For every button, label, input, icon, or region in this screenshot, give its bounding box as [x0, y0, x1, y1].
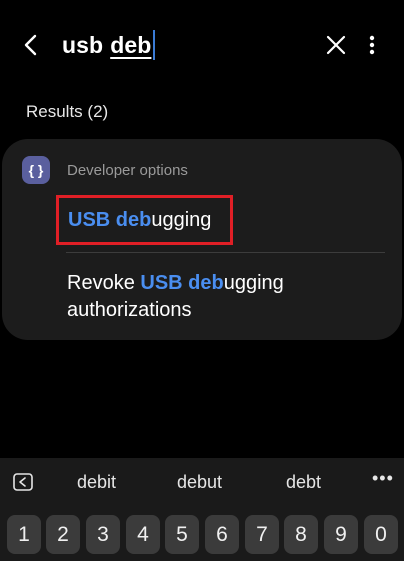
category-label: Developer options: [67, 162, 188, 179]
more-suggestions-button[interactable]: •••: [372, 468, 394, 489]
results-count-label: Results (2): [26, 102, 109, 121]
result-match-highlight: USB deb: [140, 272, 224, 294]
key-6[interactable]: 6: [205, 515, 239, 554]
key-9[interactable]: 9: [324, 515, 358, 554]
keyboard-number-row: 1 2 3 4 5 6 7 8 9 0: [0, 506, 404, 561]
key-5[interactable]: 5: [165, 515, 199, 554]
divider: [66, 252, 385, 253]
key-3[interactable]: 3: [86, 515, 120, 554]
text-cursor: [153, 30, 156, 60]
keyboard-suggestion-bar: debit debut debt •••: [0, 458, 404, 506]
more-vertical-icon: [369, 35, 375, 55]
keyboard-collapse-icon: [13, 473, 33, 491]
back-button[interactable]: [14, 28, 46, 62]
clear-search-button[interactable]: [320, 28, 352, 62]
key-2[interactable]: 2: [46, 515, 80, 554]
result-usb-debugging[interactable]: USB deb ugging: [56, 195, 233, 245]
suggestion-word[interactable]: debut: [177, 472, 222, 493]
result-prefix-text: Revoke: [67, 272, 141, 294]
key-8[interactable]: 8: [284, 515, 318, 554]
key-7[interactable]: 7: [245, 515, 279, 554]
key-4[interactable]: 4: [126, 515, 160, 554]
close-icon: [326, 35, 346, 55]
suggestion-word[interactable]: debit: [77, 472, 116, 493]
back-arrow-icon: [24, 34, 37, 56]
braces-icon: { }: [22, 156, 50, 184]
result-revoke-usb-debugging[interactable]: Revoke USB debugging authorizations: [67, 270, 367, 324]
key-0[interactable]: 0: [364, 515, 398, 554]
result-match-highlight: USB deb: [68, 208, 152, 231]
key-1[interactable]: 1: [7, 515, 41, 554]
result-second-line: authorizations: [67, 299, 192, 321]
search-query-plain: usb: [62, 31, 104, 58]
keyboard-toggle-button[interactable]: [12, 472, 34, 492]
search-bar: usb deb: [0, 18, 404, 72]
search-input[interactable]: usb deb: [62, 30, 156, 60]
search-query-composing: deb: [110, 31, 152, 58]
suggestion-word[interactable]: debt: [286, 472, 321, 493]
more-options-button[interactable]: [358, 28, 386, 62]
result-rest-text: ugging: [151, 208, 212, 231]
results-card: { } Developer options USB deb ugging Revo…: [2, 139, 402, 340]
result-rest-text: ugging: [223, 272, 284, 294]
